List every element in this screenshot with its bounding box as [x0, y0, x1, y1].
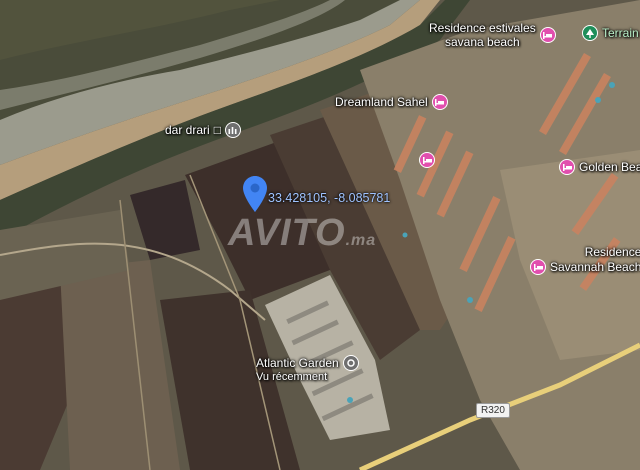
poi-label: Terrain	[602, 26, 639, 40]
avito-watermark: AVITO.ma	[228, 212, 377, 254]
recent-place-icon	[342, 355, 359, 371]
location-pin-icon[interactable]	[243, 176, 267, 212]
coordinates-readout: 33.428105, -8.085781	[268, 191, 391, 205]
road-label-r320: R320	[476, 403, 510, 418]
poi-residence-estivales[interactable]: Residence estivales savana beach	[429, 21, 556, 49]
poi-dreamland-sahel[interactable]: Dreamland Sahel	[335, 94, 448, 110]
hotel-icon[interactable]	[419, 152, 435, 168]
hotel-icon	[431, 94, 448, 110]
hotel-icon	[559, 159, 575, 175]
poi-terrain[interactable]: Terrain	[582, 25, 639, 41]
poi-label-line2: Savannah Beach	[550, 260, 640, 274]
poi-dar-drari[interactable]: dar drari □	[165, 122, 241, 138]
park-icon	[582, 25, 598, 41]
poi-label: Residence	[584, 245, 640, 259]
poi-label: Atlantic Garden	[256, 356, 339, 370]
poi-sublabel: Vu récemment	[256, 371, 328, 383]
poi-label: dar drari	[165, 123, 210, 137]
hotel-icon	[539, 27, 556, 43]
poi-atlantic-garden[interactable]: Atlantic Garden Vu récemment	[256, 355, 359, 384]
poi-label: Golden Bea	[579, 160, 640, 174]
poi-label-glyph: □	[213, 123, 221, 137]
poi-golden-beach[interactable]: Golden Bea	[559, 159, 640, 175]
satellite-map[interactable]: 33.428105, -8.085781 AVITO.ma Residence …	[0, 0, 640, 470]
poi-label-line2: savana beach	[445, 35, 520, 49]
landmark-icon	[224, 122, 241, 138]
poi-label: Dreamland Sahel	[335, 95, 428, 109]
poi-label: Residence estivales	[429, 21, 536, 35]
poi-residence-savannah-beach[interactable]: Residence Savannah Beach	[530, 245, 640, 275]
hotel-icon	[530, 259, 546, 275]
